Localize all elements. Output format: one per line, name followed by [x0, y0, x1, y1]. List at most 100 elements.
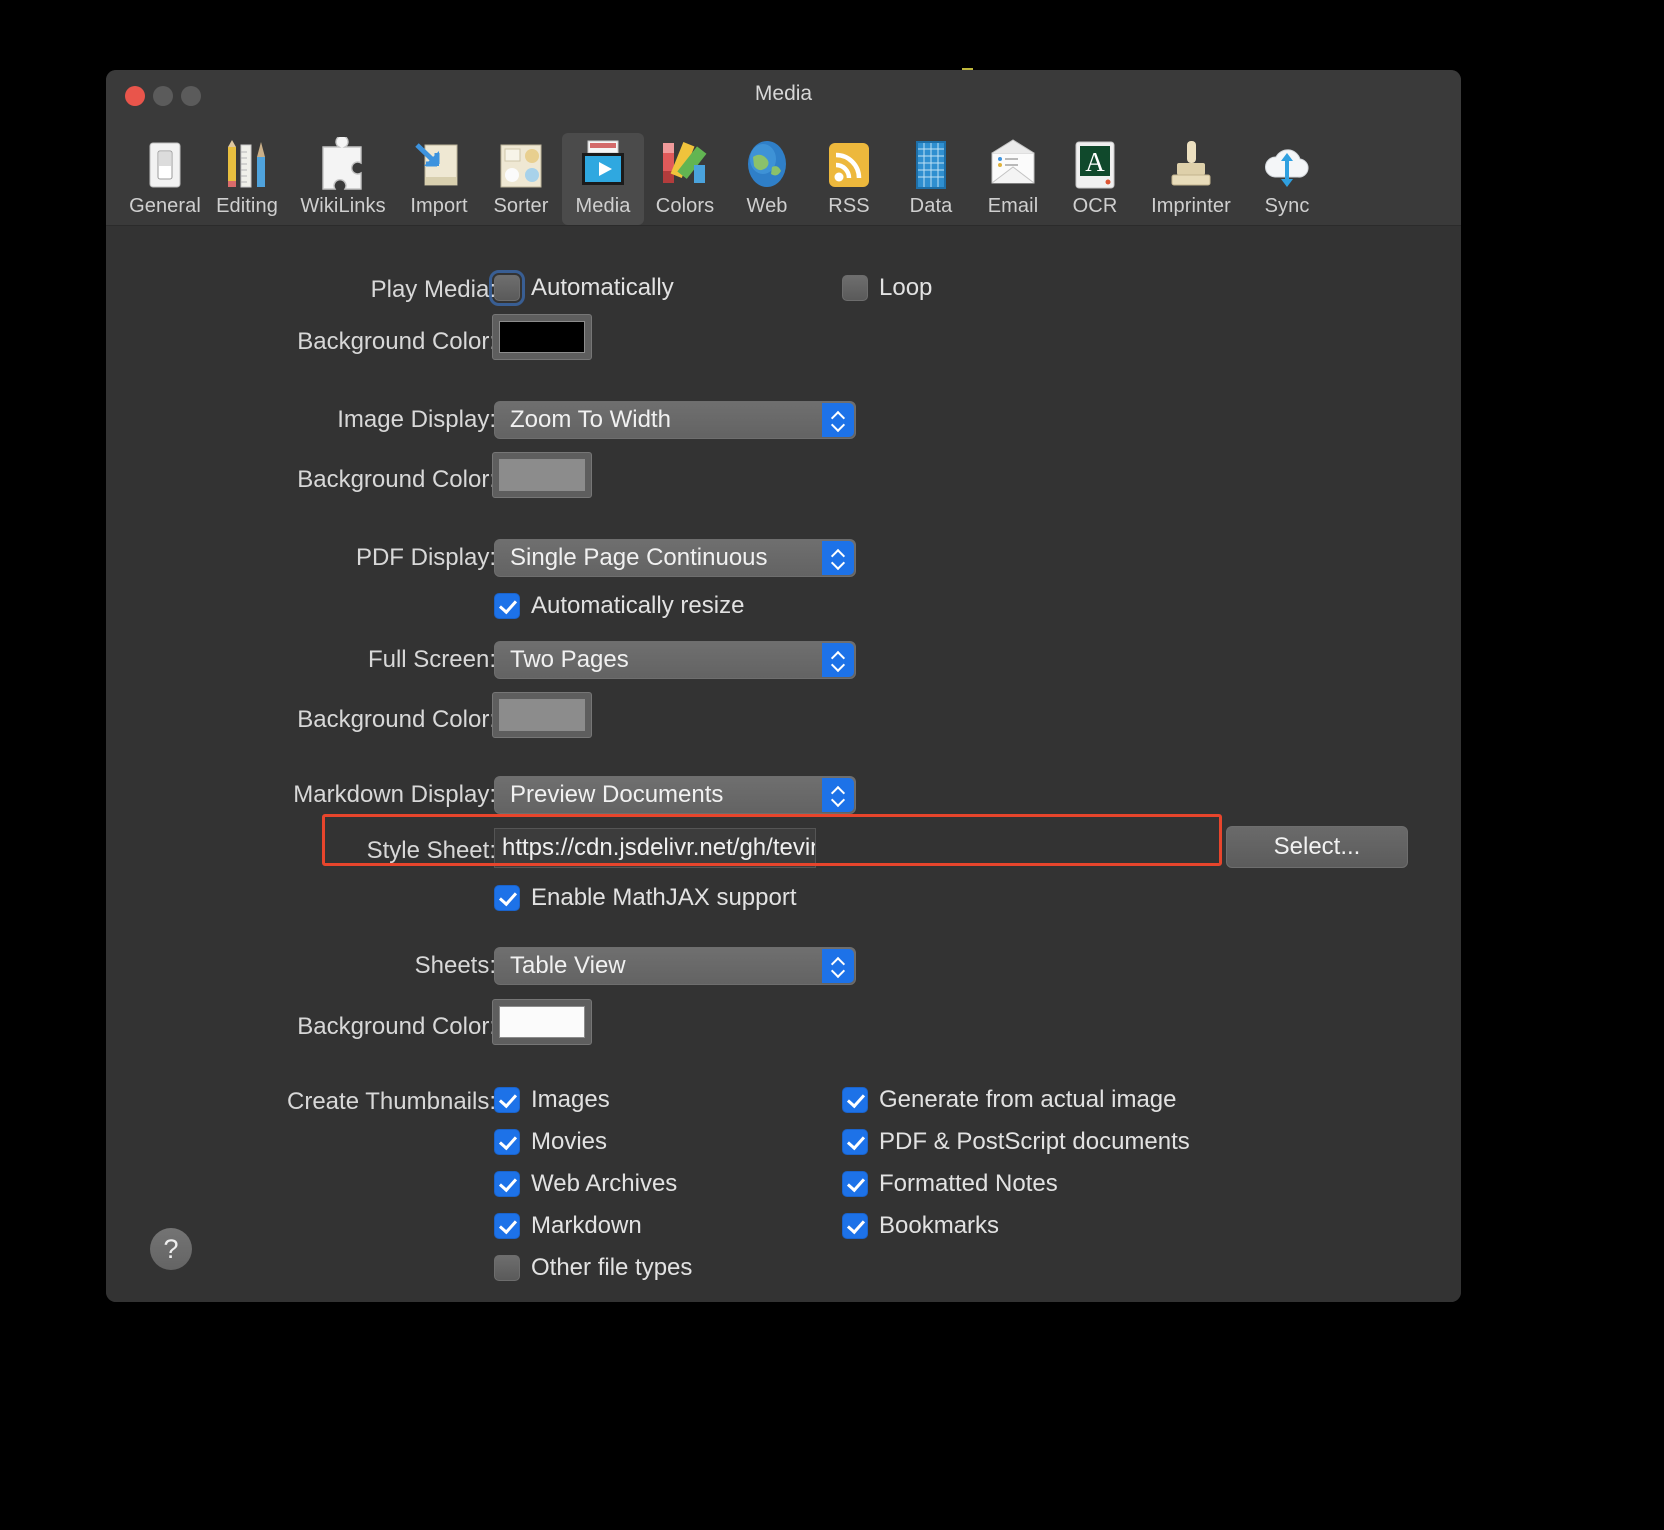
spreadsheet-icon: [903, 137, 959, 193]
thumb-pdf-postscript-row[interactable]: PDF & PostScript documents: [842, 1128, 1190, 1156]
tab-editing-label: Editing: [216, 195, 278, 217]
tab-sorter[interactable]: Sorter: [480, 133, 562, 225]
stamp-icon: [1163, 137, 1219, 193]
media-preferences-pane: Play Media: Automatically Loop Backgroun…: [106, 226, 1461, 1302]
thumb-markdown-checkbox[interactable]: [494, 1213, 520, 1239]
select-stylesheet-button-label: Select...: [1273, 833, 1361, 860]
full-screen-popup[interactable]: Two Pages: [494, 641, 856, 679]
thumb-movies-label: Movies: [531, 1128, 608, 1155]
thumb-markdown-row[interactable]: Markdown: [494, 1212, 642, 1240]
thumb-images-row[interactable]: Images: [494, 1086, 610, 1114]
pdf-background-color-label: Background Color:: [297, 706, 496, 733]
auto-resize-row[interactable]: Automatically resize: [494, 592, 744, 620]
cloud-sync-icon: [1259, 137, 1315, 193]
mathjax-checkbox[interactable]: [494, 885, 520, 911]
tab-rss[interactable]: RSS: [808, 133, 890, 225]
markdown-display-stepper-arrows[interactable]: [822, 778, 854, 812]
pdf-display-popup[interactable]: Single Page Continuous: [494, 539, 856, 577]
pdf-display-stepper-arrows[interactable]: [822, 541, 854, 575]
tab-email[interactable]: Email: [972, 133, 1054, 225]
tab-rss-label: RSS: [828, 195, 870, 217]
tab-colors[interactable]: Colors: [644, 133, 726, 225]
tab-data-label: Data: [909, 195, 953, 217]
thumb-markdown-label: Markdown: [531, 1212, 642, 1239]
image-display-popup[interactable]: Zoom To Width: [494, 401, 856, 439]
pdf-background-color-well[interactable]: [492, 692, 592, 738]
sheets-label: Sheets:: [414, 952, 496, 979]
thumb-formatted-notes-checkbox[interactable]: [842, 1171, 868, 1197]
tab-media[interactable]: Media: [562, 133, 644, 225]
switch-icon: [137, 137, 193, 193]
sheets-stepper-arrows[interactable]: [822, 949, 854, 983]
tab-imprinter-label: Imprinter: [1151, 195, 1231, 217]
markdown-display-label-row: Markdown Display:: [106, 781, 496, 809]
tab-data[interactable]: Data: [890, 133, 972, 225]
thumb-web-archives-label: Web Archives: [531, 1170, 678, 1197]
mathjax-row[interactable]: Enable MathJAX support: [494, 884, 797, 912]
thumb-web-archives-checkbox[interactable]: [494, 1171, 520, 1197]
sheets-background-color-swatch: [499, 1006, 585, 1038]
markdown-display-popup[interactable]: Preview Documents: [494, 776, 856, 814]
preferences-window: Media General Editing WikiLinks Import S…: [106, 70, 1461, 1302]
help-button-label: ?: [163, 1233, 179, 1264]
thumb-generate-actual-image-checkbox[interactable]: [842, 1087, 868, 1113]
markdown-display-label: Markdown Display:: [293, 781, 496, 808]
tab-import-label: Import: [410, 195, 468, 217]
style-sheet-input[interactable]: https://cdn.jsdelivr.net/gh/tevino/devon…: [494, 828, 816, 868]
thumb-web-archives-row[interactable]: Web Archives: [494, 1170, 677, 1198]
markdown-display-value: Preview Documents: [510, 781, 724, 808]
image-bg-label-row: Background Color:: [106, 466, 496, 494]
thumb-bookmarks-checkbox[interactable]: [842, 1213, 868, 1239]
image-display-value: Zoom To Width: [510, 406, 671, 433]
create-thumbnails-label: Create Thumbnails:: [287, 1088, 496, 1115]
tab-web[interactable]: Web: [726, 133, 808, 225]
full-screen-label-row: Full Screen:: [106, 646, 496, 674]
play-media-automatically-row[interactable]: Automatically: [489, 270, 674, 306]
sorter-grid-icon: [493, 137, 549, 193]
help-button[interactable]: ?: [150, 1228, 192, 1270]
pdf-bg-label-row: Background Color:: [106, 706, 496, 734]
thumb-generate-actual-image-label: Generate from actual image: [879, 1086, 1177, 1113]
loop-row[interactable]: Loop: [842, 274, 932, 302]
tab-wikilinks-label: WikiLinks: [300, 195, 386, 217]
tab-editing[interactable]: Editing: [206, 133, 288, 225]
sheets-background-color-well[interactable]: [492, 999, 592, 1045]
tab-import[interactable]: Import: [398, 133, 480, 225]
style-sheet-label: Style Sheet:: [366, 837, 496, 864]
tab-ocr[interactable]: A OCR: [1054, 133, 1136, 225]
tab-general-label: General: [129, 195, 201, 217]
thumb-formatted-notes-row[interactable]: Formatted Notes: [842, 1170, 1058, 1198]
tab-general[interactable]: General: [124, 133, 206, 225]
tab-imprinter[interactable]: Imprinter: [1136, 133, 1246, 225]
thumb-images-label: Images: [531, 1086, 610, 1113]
sheets-bg-label-row: Background Color:: [106, 1013, 496, 1041]
select-stylesheet-button[interactable]: Select...: [1226, 826, 1408, 868]
thumb-other-file-types-row[interactable]: Other file types: [494, 1254, 692, 1282]
play-media-automatically-checkbox[interactable]: [489, 270, 525, 306]
thumb-movies-row[interactable]: Movies: [494, 1128, 607, 1156]
color-swatches-icon: [657, 137, 713, 193]
tab-sync[interactable]: Sync: [1246, 133, 1328, 225]
media-background-color-well[interactable]: [492, 314, 592, 360]
tab-wikilinks[interactable]: WikiLinks: [288, 133, 398, 225]
thumb-bookmarks-row[interactable]: Bookmarks: [842, 1212, 999, 1240]
full-screen-stepper-arrows[interactable]: [822, 643, 854, 677]
thumb-formatted-notes-label: Formatted Notes: [879, 1170, 1058, 1197]
play-media-label: Play Media:: [370, 276, 496, 303]
image-display-label-row: Image Display:: [106, 406, 496, 434]
style-sheet-label-row: Style Sheet:: [106, 837, 496, 865]
loop-checkbox[interactable]: [842, 275, 868, 301]
tab-ocr-label: OCR: [1072, 195, 1118, 217]
thumb-generate-actual-image-row[interactable]: Generate from actual image: [842, 1086, 1176, 1114]
image-display-stepper-arrows[interactable]: [822, 403, 854, 437]
sheets-label-row: Sheets:: [106, 952, 496, 980]
thumb-movies-checkbox[interactable]: [494, 1129, 520, 1155]
image-background-color-well[interactable]: [492, 452, 592, 498]
auto-resize-checkbox[interactable]: [494, 593, 520, 619]
thumb-other-file-types-checkbox[interactable]: [494, 1255, 520, 1281]
sheets-value: Table View: [510, 952, 626, 979]
thumb-pdf-postscript-checkbox[interactable]: [842, 1129, 868, 1155]
thumb-images-checkbox[interactable]: [494, 1087, 520, 1113]
sheets-popup[interactable]: Table View: [494, 947, 856, 985]
window-titlebar: Media: [106, 70, 1461, 122]
